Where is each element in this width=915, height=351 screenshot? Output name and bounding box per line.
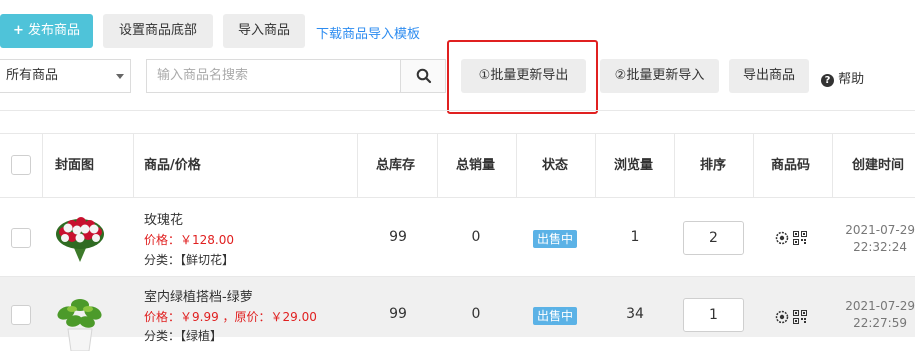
col-divider (674, 134, 675, 197)
product-name[interactable]: 玫瑰花 (144, 209, 183, 228)
col-divider (42, 134, 43, 197)
col-divider (832, 134, 833, 197)
col-divider (516, 134, 517, 197)
product-category: 分类：【绿植】 (144, 329, 223, 343)
product-price: 价格：￥9.99 ，原价：￥29.00 (144, 310, 317, 324)
table-row: 玫瑰花 价格：￥128.00 分类：【鲜切花】 99 0 出售中 1 2 202… (0, 198, 915, 276)
publish-product-button[interactable]: + 发布商品 (0, 14, 93, 48)
col-divider (133, 134, 134, 197)
row-checkbox[interactable] (11, 228, 31, 248)
question-circle-icon: ? (821, 74, 834, 87)
created-time: 22:32:24 (853, 240, 907, 254)
set-product-bottom-button[interactable]: 设置商品底部 (103, 14, 213, 48)
col-divider (753, 134, 754, 197)
header-created-time: 创建时间 (852, 158, 905, 173)
sort-input[interactable]: 1 (683, 298, 744, 332)
help-link[interactable]: ? 帮助 (821, 68, 864, 87)
product-price: 价格：￥128.00 (144, 233, 234, 247)
download-import-template-link[interactable]: 下载商品导入模板 (316, 23, 420, 42)
header-product-code: 商品码 (771, 158, 811, 173)
qr-code-icon (793, 310, 807, 324)
row-checkbox[interactable] (11, 305, 31, 325)
chevron-down-icon (116, 74, 124, 79)
product-category: 分类：【鲜切花】 (144, 253, 235, 267)
highlight-box (447, 40, 598, 114)
mini-program-code-icon (775, 310, 789, 324)
sort-input[interactable]: 2 (683, 221, 744, 255)
views-value: 1 (630, 229, 640, 245)
category-select-value: 所有商品 (6, 68, 59, 83)
col-divider (595, 134, 596, 197)
created-date: 2021-07-29 (845, 223, 915, 237)
import-products-button[interactable]: 导入商品 (223, 14, 305, 48)
plus-icon: + (12, 23, 24, 38)
header-views: 浏览量 (614, 158, 654, 173)
product-thumbnail-pothos[interactable] (52, 291, 108, 351)
created-date: 2021-07-29 (845, 299, 915, 313)
sales-value: 0 (471, 229, 481, 245)
header-sales: 总销量 (456, 158, 496, 173)
search-button[interactable] (400, 59, 446, 93)
col-divider (437, 134, 438, 197)
category-select[interactable]: 所有商品 (0, 59, 131, 93)
status-badge: 出售中 (533, 230, 578, 248)
product-code-icons[interactable] (775, 231, 811, 245)
export-products-button[interactable]: 导出商品 (729, 59, 809, 93)
header-status: 状态 (542, 158, 569, 173)
product-code-icons[interactable] (775, 310, 811, 324)
help-label: 帮助 (838, 72, 865, 87)
search-input[interactable]: 输入商品名搜索 (146, 59, 401, 93)
search-icon (416, 68, 432, 84)
col-divider (357, 134, 358, 197)
product-name[interactable]: 室内绿植搭档-绿萝 (144, 286, 253, 305)
header-stock: 总库存 (376, 158, 416, 173)
header-sort: 排序 (700, 158, 727, 173)
qr-code-icon (793, 231, 807, 245)
created-time: 22:27:59 (853, 316, 907, 330)
stock-value: 99 (389, 229, 407, 245)
status-badge: 出售中 (533, 307, 578, 325)
stock-value: 99 (389, 306, 407, 322)
table-row: 室内绿植搭档-绿萝 价格：￥9.99 ，原价：￥29.00 分类：【绿植】 99… (0, 277, 915, 351)
bulk-update-import-button[interactable]: ②批量更新导入 (600, 59, 719, 93)
product-thumbnail-roses[interactable] (52, 208, 108, 264)
views-value: 34 (626, 306, 644, 322)
toolbar-divider (0, 110, 915, 111)
mini-program-code-icon (775, 231, 789, 245)
header-product: 商品/价格 (144, 158, 201, 173)
select-all-checkbox[interactable] (11, 155, 31, 175)
header-cover: 封面图 (55, 158, 95, 173)
publish-product-label: 发布商品 (28, 23, 81, 38)
sales-value: 0 (471, 306, 481, 322)
